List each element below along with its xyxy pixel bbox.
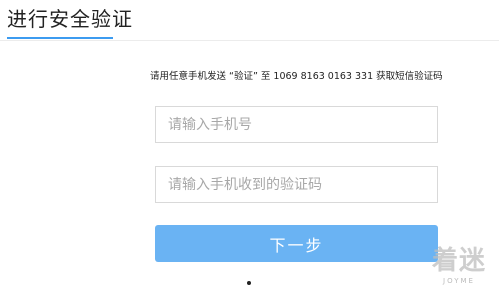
- watermark-logo: 着迷 JOYME: [422, 246, 496, 290]
- cursor-dot: [247, 281, 251, 285]
- phone-input[interactable]: [156, 107, 437, 142]
- verification-code-field[interactable]: [155, 166, 438, 203]
- sms-instruction-text: 请用任意手机发送 “验证” 至 1069 8163 0163 331 获取短信验…: [150, 71, 443, 82]
- watermark-logo-subtitle: JOYME: [443, 277, 475, 285]
- verification-code-input[interactable]: [156, 167, 437, 202]
- watermark-logo-mark: 着迷: [431, 246, 486, 276]
- page-title: 进行安全验证: [7, 7, 133, 31]
- next-step-button[interactable]: 下一步: [155, 225, 438, 262]
- header: 进行安全验证: [0, 0, 499, 50]
- phone-field[interactable]: [155, 106, 438, 143]
- title-underline: [7, 37, 113, 39]
- header-divider: [0, 40, 499, 41]
